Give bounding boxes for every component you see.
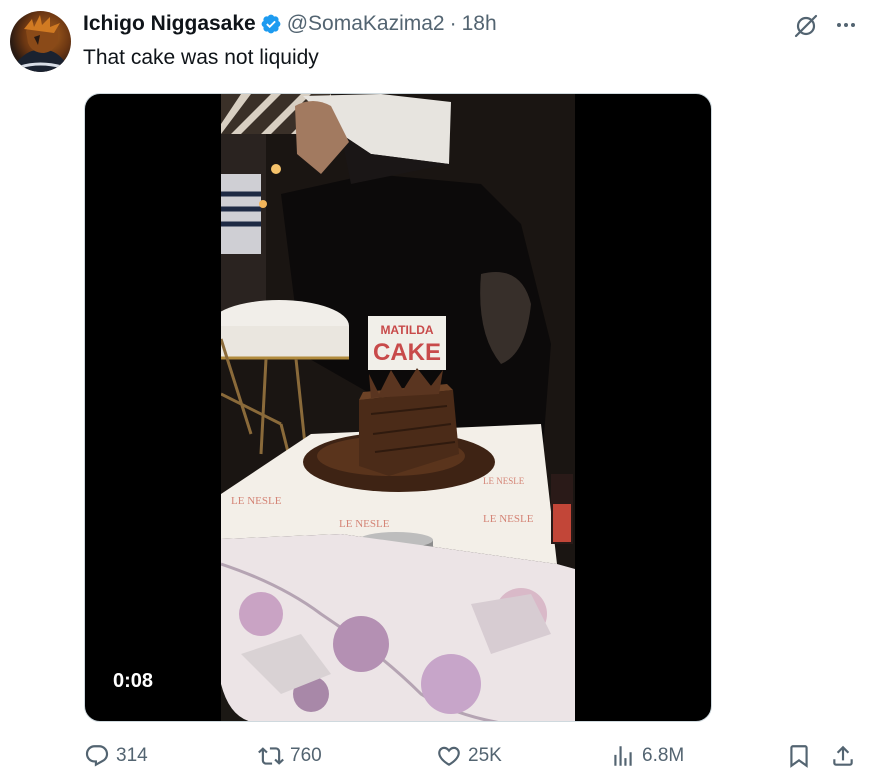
reply-count: 314 bbox=[116, 745, 148, 766]
reply-icon bbox=[85, 745, 109, 767]
views-button[interactable]: 6.8M bbox=[610, 743, 684, 769]
share-button[interactable] bbox=[830, 743, 862, 769]
grok-icon[interactable] bbox=[792, 12, 820, 40]
tweet-timestamp[interactable]: 18h bbox=[462, 12, 497, 36]
separator-dot: · bbox=[449, 12, 457, 35]
video-duration: 0:08 bbox=[113, 670, 154, 692]
retweet-icon bbox=[258, 747, 284, 765]
tweet-header: Ichigo Niggasake @SomaKazima2 · 18h bbox=[83, 12, 497, 36]
author-name[interactable]: Ichigo Niggasake bbox=[83, 12, 256, 36]
views-count: 6.8M bbox=[642, 745, 685, 766]
bookmark-icon bbox=[790, 745, 808, 768]
top-actions bbox=[792, 12, 858, 40]
video-frame[interactable]: MATILDA CAKE LE NESLE LE NESLE LE NESLE … bbox=[221, 94, 575, 721]
video-player[interactable]: MATILDA CAKE LE NESLE LE NESLE LE NESLE … bbox=[84, 93, 712, 722]
views-icon bbox=[614, 746, 632, 766]
placemat-text-4: LE NESLE bbox=[483, 476, 525, 486]
more-icon[interactable] bbox=[834, 13, 858, 40]
like-button[interactable]: 25K bbox=[436, 743, 502, 769]
avatar[interactable] bbox=[10, 11, 71, 72]
share-icon bbox=[833, 745, 853, 766]
action-bar: 314 760 25K 6.8M bbox=[0, 737, 872, 777]
retweet-count: 760 bbox=[290, 745, 322, 766]
author-handle[interactable]: @SomaKazima2 bbox=[287, 12, 445, 36]
like-icon bbox=[438, 746, 460, 766]
cake-sign-line1: MATILDA bbox=[380, 323, 433, 337]
placemat-text-1: LE NESLE bbox=[231, 495, 282, 507]
placemat-text-2: LE NESLE bbox=[339, 518, 390, 530]
tweet-text: That cake was not liquidy bbox=[83, 46, 319, 69]
verified-badge-icon[interactable] bbox=[260, 13, 282, 35]
retweet-button[interactable]: 760 bbox=[258, 743, 322, 769]
reply-button[interactable]: 314 bbox=[84, 743, 148, 769]
cake-sign-line2: CAKE bbox=[373, 339, 441, 366]
placemat-text-3: LE NESLE bbox=[483, 513, 534, 525]
like-count: 25K bbox=[468, 745, 502, 766]
bookmark-button[interactable] bbox=[786, 743, 818, 769]
